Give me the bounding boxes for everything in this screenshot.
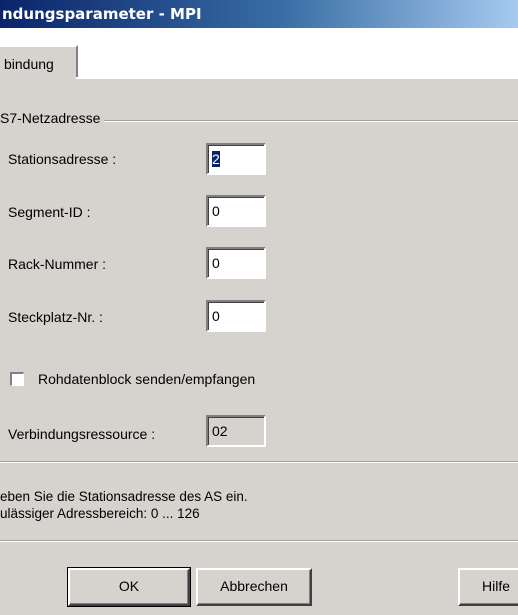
dialog-window: ndungsparameter - MPI bindung S7-Netzadr… [0,0,518,615]
stationsadresse-input[interactable]: 2 [206,143,266,175]
help-button[interactable]: Hilfe [458,568,518,606]
verbindungsressource-field: 02 [206,415,266,447]
steckplatz-nr-value: 0 [212,308,220,324]
tab-verbindung[interactable]: bindung [0,45,78,79]
group-title: S7-Netzadresse [0,110,105,126]
segment-id-value: 0 [212,203,220,219]
tab-label: bindung [4,56,54,72]
cancel-button[interactable]: Abbrechen [196,568,312,606]
rohdatenblock-checkbox[interactable] [10,372,24,386]
steckplatz-nr-input[interactable]: 0 [206,300,266,332]
title-bar[interactable]: ndungsparameter - MPI [0,0,518,28]
ok-button[interactable]: OK [67,567,191,607]
rack-nummer-value: 0 [212,255,220,271]
stationsadresse-label: Stationsadresse : [8,151,117,167]
rack-nummer-label: Rack-Nummer : [8,256,107,272]
info-line-2: ulässiger Adressbereich: 0 ... 126 [0,506,200,521]
rohdatenblock-label[interactable]: Rohdatenblock senden/empfangen [38,371,255,387]
window-title: ndungsparameter - MPI [2,5,202,23]
steckplatz-nr-label: Steckplatz-Nr. : [8,309,103,325]
verbindungsressource-value: 02 [212,423,228,439]
info-separator-top [0,461,518,463]
verbindungsressource-label: Verbindungsressource : [8,426,156,442]
info-text: eben Sie die Stationsadresse des AS ein.… [0,488,248,522]
segment-id-input[interactable]: 0 [206,195,266,227]
stationsadresse-value: 2 [212,151,220,167]
info-line-1: eben Sie die Stationsadresse des AS ein. [0,489,248,504]
button-separator [0,540,518,542]
segment-id-label: Segment-ID : [8,204,91,220]
rack-nummer-input[interactable]: 0 [206,247,266,279]
